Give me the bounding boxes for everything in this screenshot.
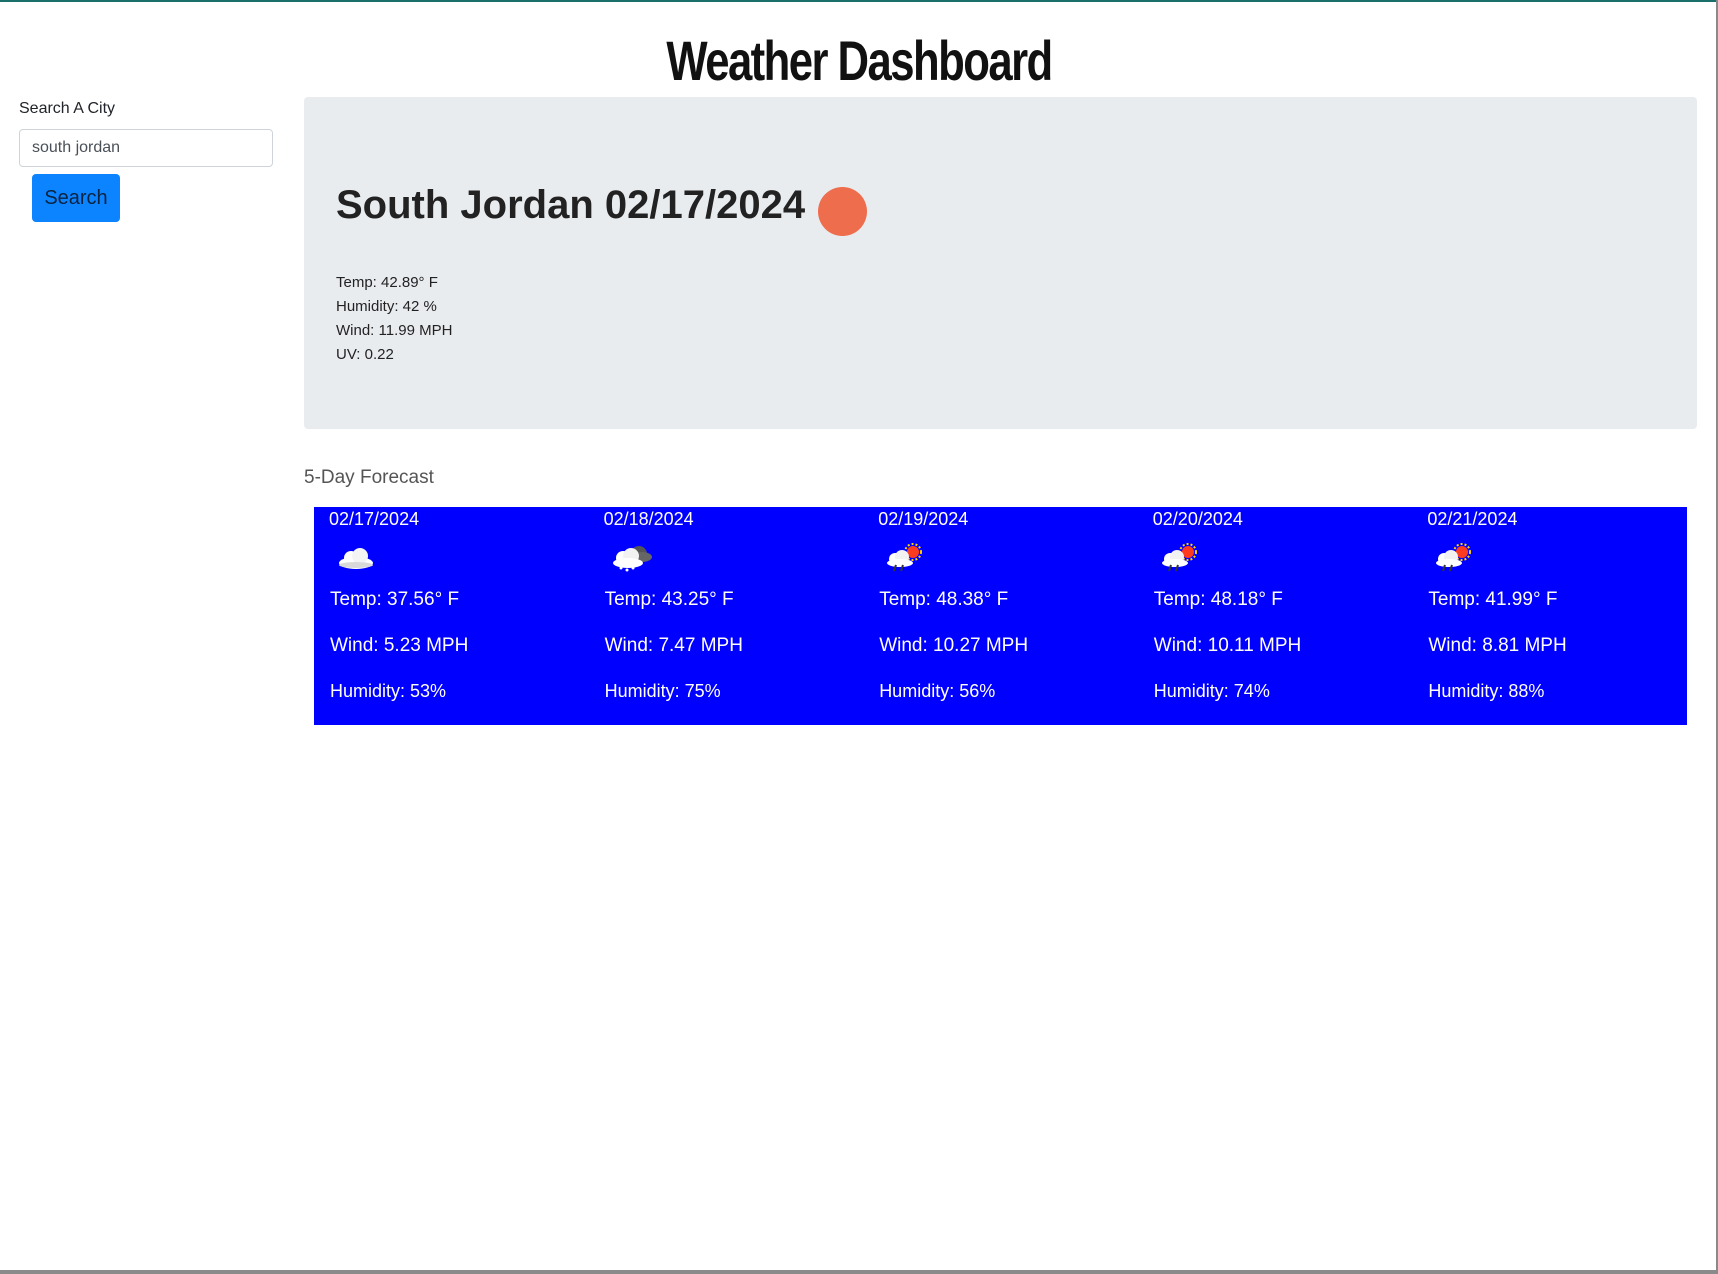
forecast-date: 02/20/2024 xyxy=(1152,509,1243,529)
search-input[interactable] xyxy=(19,129,273,167)
forecast-date: 02/19/2024 xyxy=(878,509,969,529)
forecast-strip: 02/17/2024 Temp: 37.56° F Wind: 5.23 MPH… xyxy=(314,507,1687,725)
cloud-icon xyxy=(334,543,378,573)
forecast-humidity: Humidity: 56% xyxy=(879,681,996,701)
forecast-day: 02/21/2024 Temp: 41.99° F Wind: 8.81 MPH… xyxy=(1412,507,1687,725)
forecast-date: 02/21/2024 xyxy=(1427,509,1518,529)
window-bottom-border xyxy=(0,1270,1718,1274)
city-date-heading: South Jordan 02/17/2024 xyxy=(336,183,806,227)
forecast-wind: Wind: 7.47 MPH xyxy=(604,635,743,656)
forecast-temp: Temp: 37.56° F xyxy=(330,589,460,610)
current-weather-card: South Jordan 02/17/2024 Temp: 42.89° F H… xyxy=(304,97,1697,429)
forecast-wind: Wind: 8.81 MPH xyxy=(1428,635,1567,656)
forecast-humidity: Humidity: 75% xyxy=(604,681,721,701)
page-title: Weather Dashboard xyxy=(666,29,1053,92)
current-wind: Wind: 11.99 MPH xyxy=(336,322,453,339)
rain-sun-icon xyxy=(883,543,927,573)
forecast-day: 02/18/2024 Temp: 43.25° F Wind: 7.47 MPH… xyxy=(589,507,864,725)
forecast-wind: Wind: 5.23 MPH xyxy=(330,635,469,656)
forecast-temp: Temp: 48.18° F xyxy=(1153,589,1283,610)
weather-dot-icon xyxy=(818,187,867,236)
rain-sun-icon xyxy=(1158,543,1202,573)
forecast-temp: Temp: 43.25° F xyxy=(604,589,734,610)
forecast-day: 02/17/2024 Temp: 37.56° F Wind: 5.23 MPH… xyxy=(314,507,589,725)
forecast-humidity: Humidity: 88% xyxy=(1428,681,1545,701)
current-stats: Temp: 42.89° F Humidity: 42 % Wind: 11.9… xyxy=(336,271,452,367)
snow-cloud-icon xyxy=(609,543,653,573)
forecast-date: 02/18/2024 xyxy=(603,509,694,529)
forecast-day: 02/20/2024 Temp: 48.18° F Wind: 10.11 MP… xyxy=(1138,507,1413,725)
search-button[interactable]: Search xyxy=(32,174,120,222)
page: Weather Dashboard Search A City Search S… xyxy=(0,0,1718,1274)
forecast-wind: Wind: 10.27 MPH xyxy=(879,635,1029,656)
current-uv: UV: 0.22 xyxy=(336,346,394,363)
rain-sun-icon xyxy=(1432,543,1476,573)
forecast-day: 02/19/2024 Temp: 48.38° F Wind: 10.27 MP… xyxy=(863,507,1138,725)
forecast-date: 02/17/2024 xyxy=(329,509,420,529)
current-temp: Temp: 42.89° F xyxy=(336,274,438,291)
forecast-label: 5-Day Forecast xyxy=(304,467,434,488)
forecast-humidity: Humidity: 53% xyxy=(330,681,447,701)
window-top-border xyxy=(0,0,1718,2)
forecast-temp: Temp: 41.99° F xyxy=(1428,589,1558,610)
forecast-wind: Wind: 10.11 MPH xyxy=(1153,635,1302,656)
forecast-humidity: Humidity: 74% xyxy=(1153,681,1270,701)
search-label: Search A City xyxy=(19,100,116,117)
forecast-temp: Temp: 48.38° F xyxy=(879,589,1009,610)
current-humidity: Humidity: 42 % xyxy=(336,298,437,315)
